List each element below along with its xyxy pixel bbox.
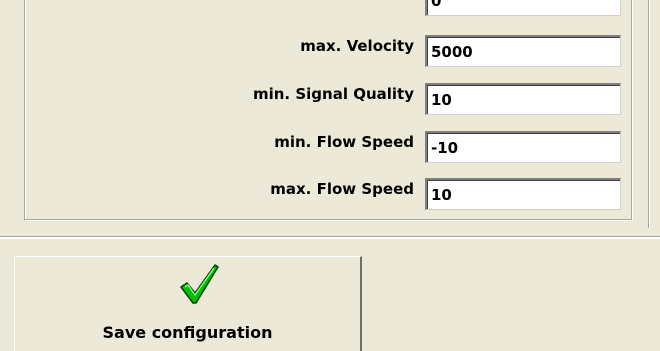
save-configuration-label: Save configuration (102, 323, 273, 342)
min-flow-speed-label: min. Flow Speed (274, 133, 414, 151)
max-flow-speed-label: max. Flow Speed (270, 180, 414, 198)
field-row-min-signal-quality: min. Signal Quality 10 (0, 83, 660, 117)
check-icon (180, 264, 219, 304)
min-signal-quality-field[interactable]: 10 (425, 83, 621, 115)
configuration-window: 0 max. Velocity 5000 min. Signal Quality… (0, 0, 660, 351)
field-row-cutoff: 0 (0, 0, 660, 18)
max-velocity-field[interactable]: 5000 (425, 35, 621, 67)
min-signal-quality-label: min. Signal Quality (252, 85, 414, 103)
min-flow-speed-field[interactable]: -10 (425, 131, 621, 163)
field-row-max-velocity: max. Velocity 5000 (0, 35, 660, 69)
max-flow-speed-field[interactable]: 10 (425, 178, 621, 210)
max-velocity-label: max. Velocity (300, 37, 414, 55)
save-configuration-button[interactable]: Save configuration (14, 256, 362, 351)
field-row-max-flow-speed: max. Flow Speed 10 (0, 178, 660, 212)
cutoff-field[interactable]: 0 (425, 0, 621, 16)
horizontal-divider (0, 236, 660, 239)
field-row-min-flow-speed: min. Flow Speed -10 (0, 131, 660, 165)
